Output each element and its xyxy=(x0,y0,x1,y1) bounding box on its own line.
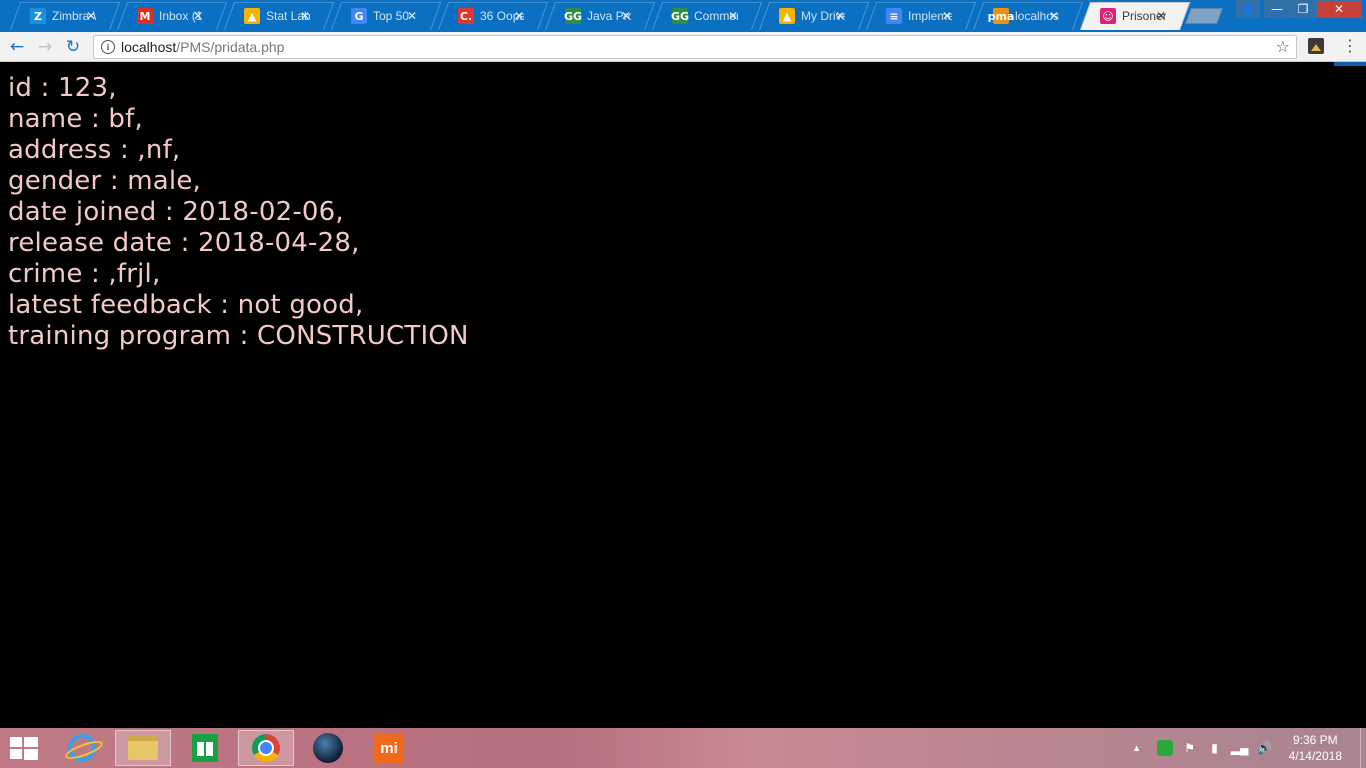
signal-icon[interactable]: ▂▄ xyxy=(1231,740,1249,756)
tab-8[interactable]: ▲ My Drive ✕ xyxy=(759,2,870,30)
prisoner-site-icon: ☺ xyxy=(1100,8,1116,24)
gmail-icon: M xyxy=(137,8,153,24)
browser-toolbar: ← → ↻ i localhost/PMS/pridata.php ☆ ⋮ xyxy=(0,32,1366,62)
data-line: gender : male, xyxy=(8,166,202,196)
tab-1[interactable]: ZZimbra Web Client✕ xyxy=(10,2,121,30)
url-text[interactable]: localhost/PMS/pridata.php xyxy=(121,39,284,55)
prisoner-data: id : 123, name : bf, address : ,nf, gender … xyxy=(8,73,1366,352)
back-icon[interactable]: ← xyxy=(7,37,27,57)
bookmark-star-icon[interactable]: ☆ xyxy=(1276,37,1290,56)
tab-close-icon[interactable]: ✕ xyxy=(942,9,952,23)
reload-icon[interactable]: ↻ xyxy=(63,37,83,57)
geeksforgeeks-icon: GG xyxy=(563,8,583,24)
address-bar[interactable]: i localhost/PMS/pridata.php ☆ xyxy=(93,35,1297,59)
app-tray-icon[interactable] xyxy=(1156,740,1174,756)
network-error-icon[interactable]: ⚑ xyxy=(1181,740,1199,756)
clock-date: 4/14/2018 xyxy=(1288,749,1342,763)
battery-icon[interactable]: ▮ xyxy=(1206,740,1224,756)
tab-close-icon[interactable]: ✕ xyxy=(1156,9,1166,23)
new-tab-button[interactable] xyxy=(1185,8,1223,24)
browser-menu-icon[interactable]: ⋮ xyxy=(1342,36,1358,56)
google-icon: G xyxy=(351,8,367,24)
clock[interactable]: 9:36 PM 4/14/2018 xyxy=(1289,732,1342,764)
tab-close-icon[interactable]: ✕ xyxy=(193,9,203,23)
data-line: name : bf, xyxy=(8,104,143,134)
page-content: id : 123, name : bf, address : ,nf, gender … xyxy=(0,66,1366,728)
window-controls: 👤 — ❐ ✕ xyxy=(1236,0,1362,18)
tab-close-icon[interactable]: ✕ xyxy=(300,9,310,23)
mi-icon[interactable]: mi xyxy=(361,730,417,766)
profile-icon[interactable]: 👤 xyxy=(1236,0,1260,18)
geeksforgeeks-icon: GG xyxy=(670,8,690,24)
tab-7[interactable]: GG Common ✕ xyxy=(652,2,763,30)
chrome-icon[interactable] xyxy=(238,730,294,766)
c-icon: C. xyxy=(458,8,474,24)
google-drive-icon: ▲ xyxy=(244,8,260,24)
close-window-button[interactable]: ✕ xyxy=(1316,0,1362,18)
tab-close-icon[interactable]: ✕ xyxy=(728,9,738,23)
url-path: /PMS/pridata.php xyxy=(176,39,285,55)
system-tray: ▲ ⚑ ▮ ▂▄ 🔊 9:36 PM 4/14/2018 xyxy=(1128,728,1366,768)
show-hidden-icons-icon[interactable]: ▲ xyxy=(1128,740,1146,756)
tab-11[interactable]: ☺ Prisoner ✕ xyxy=(1080,2,1191,30)
zimbra-icon: Z xyxy=(30,8,46,24)
windows-store-icon[interactable] xyxy=(177,730,233,766)
google-docs-icon: ≡ xyxy=(886,8,902,24)
windows-taskbar: mi ▲ ⚑ ▮ ▂▄ 🔊 9:36 PM 4/14/2018 xyxy=(0,728,1366,768)
show-desktop-button[interactable] xyxy=(1360,728,1366,768)
tab-4[interactable]: G Top 50 ✕ xyxy=(331,2,442,30)
clock-time: 9:36 PM xyxy=(1292,733,1338,747)
tab-9[interactable]: ≡ Impleme ✕ xyxy=(866,2,977,30)
data-line: id : 123, xyxy=(8,73,117,103)
tab-close-icon[interactable]: ✕ xyxy=(1049,9,1059,23)
tab-2[interactable]: M Inbox (1) ✕ xyxy=(117,2,228,30)
internet-explorer-icon[interactable] xyxy=(54,730,110,766)
data-line: date joined : 2018-02-06, xyxy=(8,197,344,227)
tab-close-icon[interactable]: ✕ xyxy=(407,9,417,23)
data-line: latest feedback : not good, xyxy=(8,290,364,320)
browser-tab-strip: ZZimbra Web Client✕MInbox (1)✕▲Stat Lab✕… xyxy=(0,0,1366,32)
data-line: crime : ,frjl, xyxy=(8,259,161,289)
site-info-icon[interactable]: i xyxy=(101,40,115,54)
tab-close-icon[interactable]: ✕ xyxy=(86,9,96,23)
data-line: release date : 2018-04-28, xyxy=(8,228,360,258)
tab-5[interactable]: C. 36 Oops ✕ xyxy=(438,2,549,30)
globe-app-icon[interactable] xyxy=(300,730,356,766)
url-host: localhost xyxy=(121,39,177,55)
data-line: training program : CONSTRUCTION xyxy=(8,321,469,351)
extension-icon[interactable] xyxy=(1308,38,1324,54)
tab-10[interactable]: pma localhos ✕ xyxy=(973,2,1084,30)
phpmyadmin-icon: pma xyxy=(987,8,1015,24)
tab-close-icon[interactable]: ✕ xyxy=(835,9,845,23)
windows-start-icon[interactable] xyxy=(10,737,38,761)
tab-close-icon[interactable]: ✕ xyxy=(514,9,524,23)
tab-6[interactable]: GG Java Pro ✕ xyxy=(545,2,656,30)
file-explorer-icon[interactable] xyxy=(115,730,171,766)
data-line: address : ,nf, xyxy=(8,135,181,165)
google-drive-icon: ▲ xyxy=(779,8,795,24)
minimize-button[interactable]: — xyxy=(1264,0,1290,18)
tab-close-icon[interactable]: ✕ xyxy=(621,9,631,23)
volume-icon[interactable]: 🔊 xyxy=(1256,740,1274,756)
forward-icon[interactable]: → xyxy=(35,37,55,57)
restore-button[interactable]: ❐ xyxy=(1290,0,1316,18)
tab-3[interactable]: ▲ Stat Lab ✕ xyxy=(224,2,335,30)
